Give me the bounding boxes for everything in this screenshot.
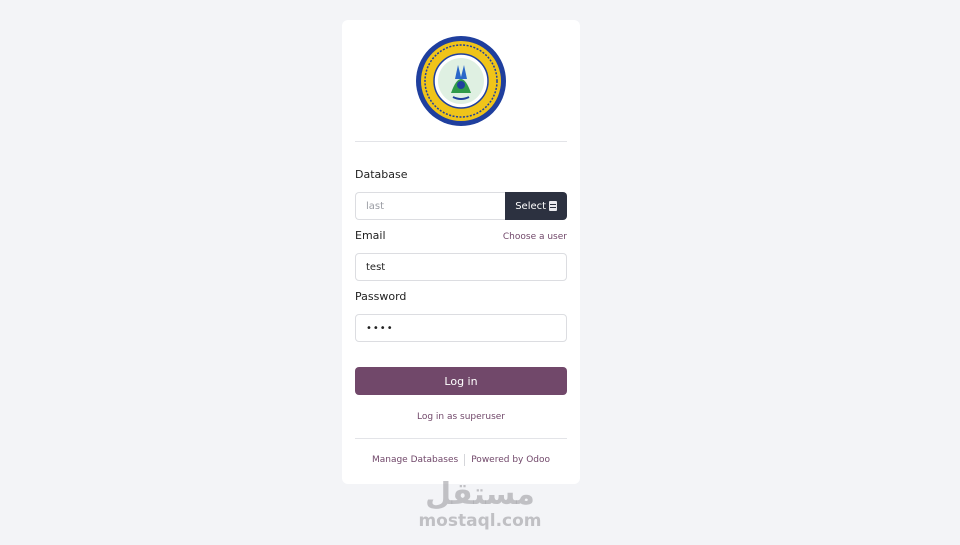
login-page: Database Select Email Choose a user bbox=[0, 0, 960, 545]
database-icon bbox=[549, 201, 558, 211]
email-label-row: Email Choose a user bbox=[355, 229, 567, 247]
select-database-button[interactable]: Select bbox=[505, 192, 567, 220]
password-group: Password bbox=[355, 290, 567, 342]
card-footer: Manage Databases Powered by Odoo bbox=[355, 439, 567, 481]
login-form: Database Select Email Choose a user bbox=[355, 142, 567, 422]
email-group: Email Choose a user bbox=[355, 229, 567, 281]
email-field[interactable] bbox=[355, 253, 567, 281]
database-input-group: Select bbox=[355, 192, 567, 220]
watermark: مستقل mostaql.com bbox=[380, 477, 580, 531]
choose-user-link[interactable]: Choose a user bbox=[503, 232, 567, 242]
login-button[interactable]: Log in bbox=[355, 367, 567, 395]
select-button-label: Select bbox=[515, 200, 547, 212]
database-input[interactable] bbox=[355, 192, 506, 220]
watermark-latin: mostaql.com bbox=[418, 511, 542, 531]
password-field[interactable] bbox=[355, 314, 567, 342]
database-label: Database bbox=[355, 168, 408, 181]
password-label: Password bbox=[355, 290, 407, 303]
powered-by-odoo-link[interactable]: Powered by Odoo bbox=[471, 455, 550, 465]
logo-area bbox=[355, 20, 567, 141]
database-label-row: Database bbox=[355, 168, 567, 186]
footer-separator bbox=[464, 454, 466, 466]
superuser-row: Log in as superuser bbox=[355, 404, 567, 422]
email-label: Email bbox=[355, 229, 386, 242]
watermark-arabic: مستقل bbox=[425, 477, 535, 512]
database-group: Database Select bbox=[355, 168, 567, 220]
superuser-link[interactable]: Log in as superuser bbox=[417, 412, 505, 422]
school-seal-logo-icon bbox=[416, 35, 506, 126]
password-label-row: Password bbox=[355, 290, 567, 308]
manage-databases-link[interactable]: Manage Databases bbox=[372, 455, 458, 465]
login-card: Database Select Email Choose a user bbox=[342, 20, 580, 484]
